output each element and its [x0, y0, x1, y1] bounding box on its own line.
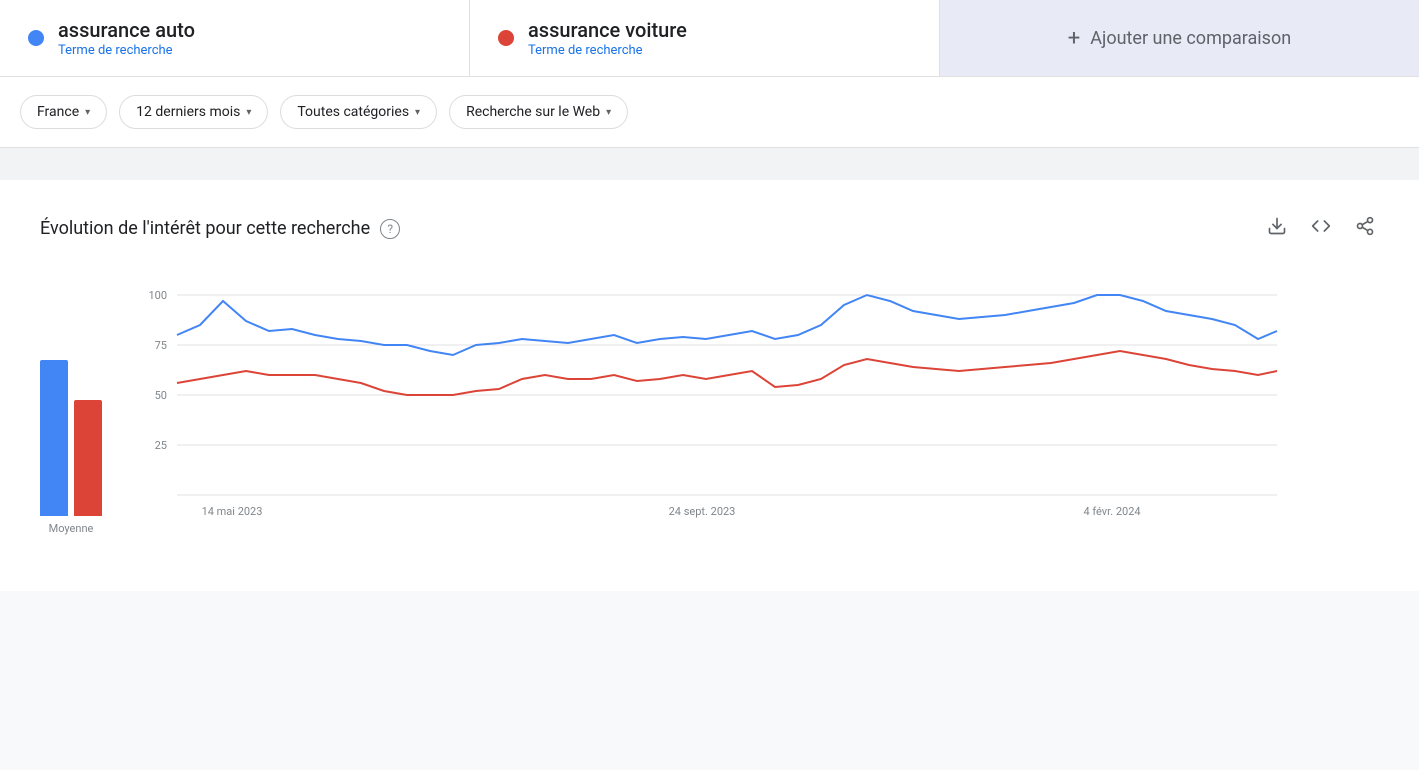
embed-icon[interactable] — [1307, 212, 1335, 245]
section-actions — [1263, 212, 1379, 245]
section-divider — [0, 148, 1419, 180]
search-term-2[interactable]: assurance voiture Terme de recherche — [470, 0, 940, 76]
section-title: Évolution de l'intérêt pour cette recher… — [40, 218, 370, 239]
add-comparison-button[interactable]: + Ajouter une comparaison — [940, 0, 1419, 76]
chevron-down-icon: ▾ — [246, 107, 251, 118]
main-content: Évolution de l'intérêt pour cette recher… — [0, 180, 1419, 591]
bar-chart-area: Moyenne — [40, 316, 102, 559]
term2-subtitle: Terme de recherche — [528, 43, 643, 58]
svg-text:75: 75 — [155, 339, 167, 352]
svg-text:4 févr. 2024: 4 févr. 2024 — [1083, 505, 1140, 518]
svg-text:50: 50 — [155, 389, 167, 402]
svg-text:25: 25 — [155, 439, 167, 452]
filter-search-type[interactable]: Recherche sur le Web ▾ — [449, 95, 628, 129]
term2-dot — [498, 30, 514, 46]
chevron-down-icon: ▾ — [606, 107, 611, 118]
term1-text: assurance auto Terme de recherche — [58, 18, 195, 58]
plus-icon: + — [1068, 26, 1080, 51]
filter-country[interactable]: France ▾ — [20, 95, 107, 129]
filters-bar: France ▾ 12 derniers mois ▾ Toutes catég… — [0, 77, 1419, 148]
share-icon[interactable] — [1351, 212, 1379, 245]
bar-red — [74, 400, 102, 516]
chevron-down-icon: ▾ — [415, 107, 420, 118]
blue-trend-line — [177, 295, 1277, 355]
chart-container: Moyenne 100 75 50 25 14 mai 2023 — [40, 275, 1379, 559]
filter-period-label: 12 derniers mois — [136, 104, 240, 120]
line-chart-area: 100 75 50 25 14 mai 2023 24 sept. 2023 4… — [132, 275, 1379, 559]
filter-search-type-label: Recherche sur le Web — [466, 104, 600, 120]
term2-label: assurance voiture — [528, 18, 687, 42]
filter-period[interactable]: 12 derniers mois ▾ — [119, 95, 268, 129]
svg-text:14 mai 2023: 14 mai 2023 — [202, 505, 263, 518]
filter-country-label: France — [37, 104, 79, 120]
filter-categories-label: Toutes catégories — [297, 104, 409, 120]
add-comparison-label: Ajouter une comparaison — [1090, 28, 1291, 49]
red-trend-line — [177, 351, 1277, 395]
section-header: Évolution de l'intérêt pour cette recher… — [40, 212, 1379, 245]
term1-subtitle: Terme de recherche — [58, 43, 173, 58]
download-icon[interactable] — [1263, 212, 1291, 245]
search-terms-bar: assurance auto Terme de recherche assura… — [0, 0, 1419, 77]
search-term-1[interactable]: assurance auto Terme de recherche — [0, 0, 470, 76]
svg-text:24 sept. 2023: 24 sept. 2023 — [669, 505, 736, 518]
chevron-down-icon: ▾ — [85, 107, 90, 118]
line-chart-svg: 100 75 50 25 14 mai 2023 24 sept. 2023 4… — [132, 275, 1282, 555]
term2-text: assurance voiture Terme de recherche — [528, 18, 687, 58]
help-icon[interactable]: ? — [380, 219, 400, 239]
bar-blue — [40, 360, 68, 516]
term1-label: assurance auto — [58, 18, 195, 42]
term1-dot — [28, 30, 44, 46]
bars — [40, 316, 102, 516]
filter-categories[interactable]: Toutes catégories ▾ — [280, 95, 437, 129]
bar-chart-label: Moyenne — [49, 522, 94, 535]
section-title-group: Évolution de l'intérêt pour cette recher… — [40, 218, 400, 239]
svg-text:100: 100 — [148, 289, 167, 302]
